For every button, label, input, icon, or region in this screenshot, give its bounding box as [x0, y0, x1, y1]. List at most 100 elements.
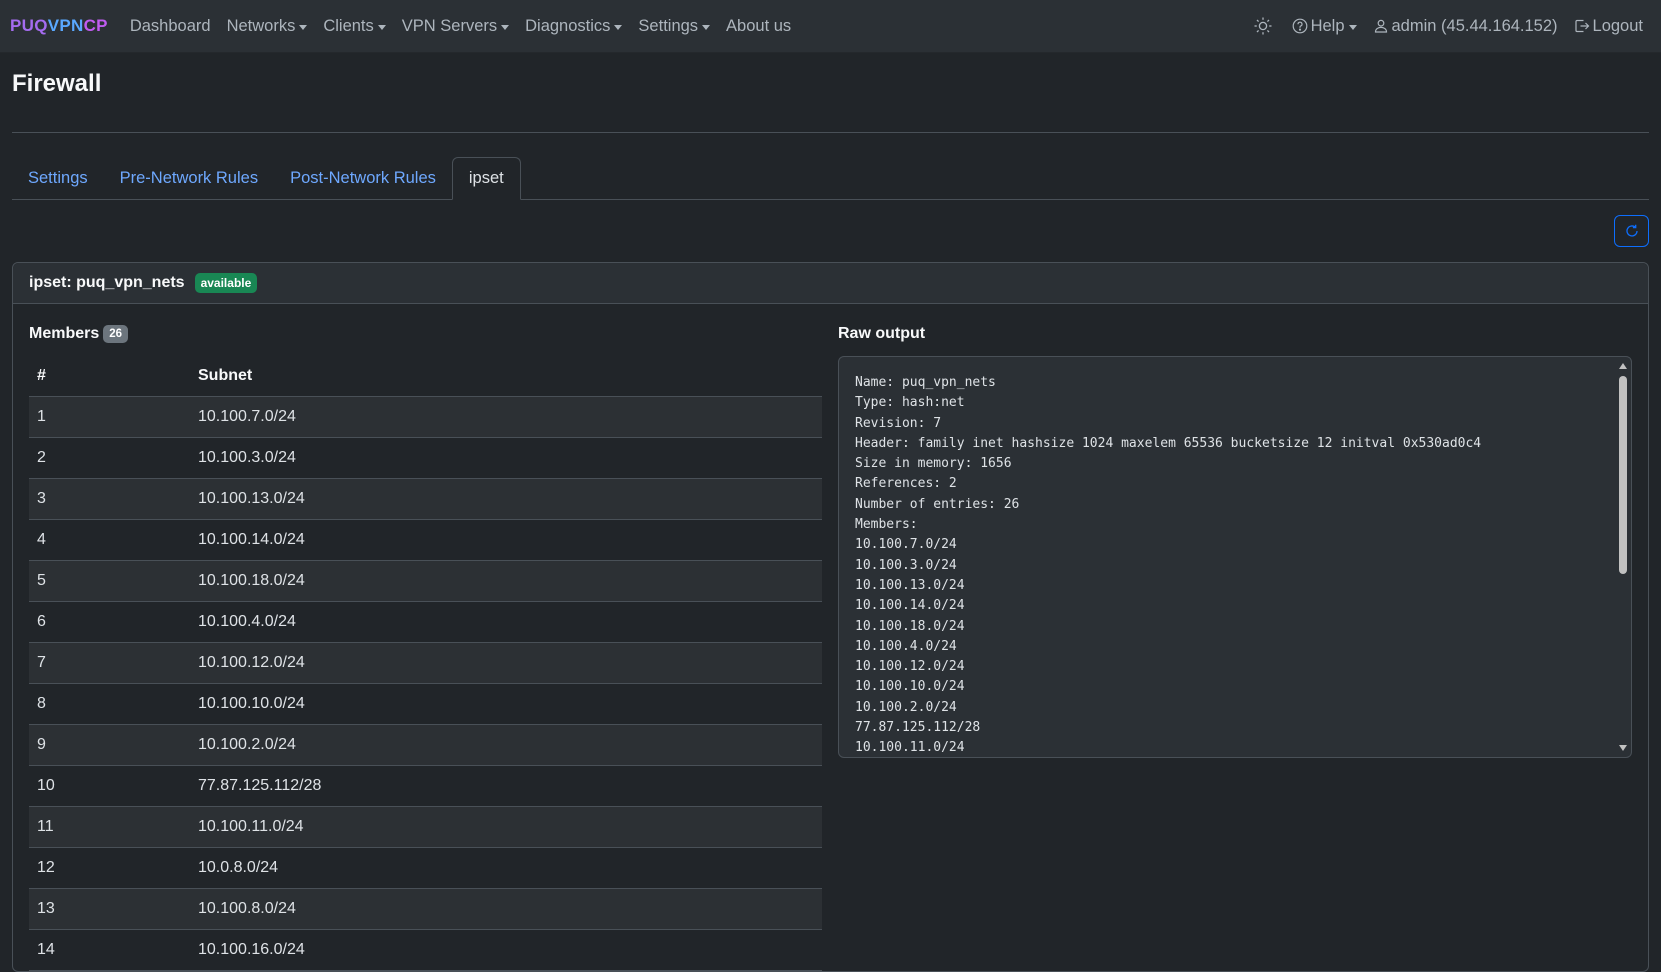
row-subnet: 10.100.3.0/24: [190, 437, 822, 479]
row-subnet: 10.100.7.0/24: [190, 396, 822, 438]
row-number: 5: [29, 560, 190, 602]
nav-item-label: Networks: [226, 16, 296, 35]
table-row: 11 10.100.11.0/24: [29, 806, 822, 848]
nav-item-diagnostics[interactable]: Diagnostics: [517, 17, 630, 36]
logout-label: Logout: [1592, 16, 1643, 35]
row-subnet: 10.100.2.0/24: [190, 724, 822, 766]
brand-part-2: VPN: [47, 16, 84, 35]
tab-post-network-rules[interactable]: Post-Network Rules: [274, 157, 452, 199]
raw-output-scrollbar[interactable]: [1616, 358, 1630, 756]
caret-down-icon: [614, 24, 623, 30]
nav-item-dashboard[interactable]: Dashboard: [122, 17, 219, 36]
toolbar: [12, 200, 1649, 262]
row-number: 9: [29, 724, 190, 766]
user-menu[interactable]: admin (45.44.164.152): [1365, 17, 1566, 36]
sun-icon: [1253, 16, 1273, 36]
row-number: 14: [29, 929, 190, 971]
brand-part-3: CP: [83, 16, 108, 35]
members-label: Members: [29, 325, 100, 342]
brand-logo[interactable]: PUQVPNCP: [10, 16, 108, 36]
person-icon: [1373, 18, 1389, 34]
row-subnet: 10.100.18.0/24: [190, 560, 822, 602]
caret-down-icon: [299, 24, 308, 30]
table-row: 5 10.100.18.0/24: [29, 560, 822, 602]
refresh-button[interactable]: [1614, 215, 1649, 247]
help-dropdown[interactable]: Help: [1284, 17, 1365, 36]
main-content: Firewall Settings Pre-Network Rules Post-N…: [0, 53, 1661, 972]
caret-down-icon: [1348, 24, 1357, 30]
table-row: 8 10.100.10.0/24: [29, 683, 822, 725]
row-subnet: 10.100.11.0/24: [190, 806, 822, 848]
column-header-subnet: Subnet: [190, 356, 822, 397]
table-row: 9 10.100.2.0/24: [29, 724, 822, 766]
row-subnet: 10.100.4.0/24: [190, 601, 822, 643]
row-number: 6: [29, 601, 190, 643]
nav-item-about-us[interactable]: About us: [718, 17, 799, 36]
nav-item-label: VPN Servers: [401, 16, 498, 35]
row-subnet: 10.100.8.0/24: [190, 888, 822, 930]
nav-item-vpn-servers[interactable]: VPN Servers: [394, 17, 517, 36]
row-number: 13: [29, 888, 190, 930]
raw-output-heading: Raw output: [838, 325, 926, 342]
table-row: 4 10.100.14.0/24: [29, 519, 822, 561]
table-header-row: # Subnet: [29, 356, 822, 397]
row-subnet: 10.100.16.0/24: [190, 929, 822, 971]
nav-item-label: Clients: [323, 16, 374, 35]
caret-down-icon: [377, 24, 386, 30]
nav-item-label: Dashboard: [129, 16, 211, 35]
divider: [12, 132, 1649, 133]
table-row: 13 10.100.8.0/24: [29, 888, 822, 930]
raw-output-text: Name: puq_vpn_nets Type: hash:net Revisi…: [855, 375, 1482, 756]
status-badge: available: [194, 273, 258, 293]
ipset-card: ipset: puq_vpn_nets available Members 26…: [12, 262, 1649, 972]
table-row: 1 10.100.7.0/24: [29, 396, 822, 438]
page-title: Firewall: [12, 70, 102, 97]
ipset-title: ipset: puq_vpn_nets: [29, 274, 185, 291]
caret-down-icon: [501, 24, 510, 30]
row-number: 8: [29, 683, 190, 725]
top-navbar: PUQVPNCP Dashboard Networks Clients VPN Ser…: [0, 0, 1661, 53]
table-row: 14 10.100.16.0/24: [29, 929, 822, 971]
main-nav: Dashboard Networks Clients VPN Servers Diagn…: [122, 17, 799, 36]
row-number: 2: [29, 437, 190, 479]
row-number: 4: [29, 519, 190, 561]
table-row: 7 10.100.12.0/24: [29, 642, 822, 684]
ipset-card-header: ipset: puq_vpn_nets available: [13, 263, 1648, 304]
members-table: # Subnet 1 10.100.7.0/24 2 10.100.3.0/24 3 10…: [29, 356, 822, 971]
caret-down-icon: [702, 24, 711, 30]
nav-item-settings[interactable]: Settings: [630, 17, 718, 36]
question-circle-icon: [1292, 18, 1308, 34]
row-subnet: 10.100.12.0/24: [190, 642, 822, 684]
theme-toggle[interactable]: [1245, 16, 1284, 36]
scroll-up-arrow-icon[interactable]: [1619, 363, 1627, 369]
row-subnet: 10.100.10.0/24: [190, 683, 822, 725]
members-section: Members 26 # Subnet 1 10.100.7.0/24 2 10.10…: [29, 320, 822, 971]
brand-part-1: PUQ: [10, 16, 48, 35]
nav-item-networks[interactable]: Networks: [219, 17, 316, 36]
row-number: 1: [29, 396, 190, 438]
tab-ipset[interactable]: ipset: [451, 157, 521, 200]
nav-item-label: Settings: [638, 16, 699, 35]
tab-settings[interactable]: Settings: [12, 157, 104, 199]
raw-output-box[interactable]: Name: puq_vpn_nets Type: hash:net Revisi…: [838, 356, 1632, 758]
logout-icon: [1574, 18, 1590, 34]
ipset-card-body: Members 26 # Subnet 1 10.100.7.0/24 2 10.10…: [13, 304, 1648, 971]
table-row: 2 10.100.3.0/24: [29, 437, 822, 479]
column-header-number: #: [29, 356, 190, 397]
members-heading: Members 26: [29, 320, 822, 348]
row-number: 3: [29, 478, 190, 520]
user-nav: Help admin (45.44.164.152) Logout: [1245, 16, 1651, 36]
help-label: Help: [1310, 16, 1345, 35]
nav-item-label: About us: [726, 16, 792, 35]
scroll-thumb[interactable]: [1619, 376, 1627, 574]
tab-pre-network-rules[interactable]: Pre-Network Rules: [104, 157, 274, 199]
logout-link[interactable]: Logout: [1566, 17, 1651, 36]
row-subnet: 10.0.8.0/24: [190, 847, 822, 889]
row-subnet: 10.100.14.0/24: [190, 519, 822, 561]
nav-item-label: Diagnostics: [525, 16, 611, 35]
row-subnet: 77.87.125.112/28: [190, 765, 822, 807]
nav-item-clients[interactable]: Clients: [315, 17, 393, 36]
refresh-icon: [1624, 223, 1640, 239]
members-count-badge: 26: [103, 325, 129, 343]
scroll-down-arrow-icon[interactable]: [1619, 745, 1627, 751]
